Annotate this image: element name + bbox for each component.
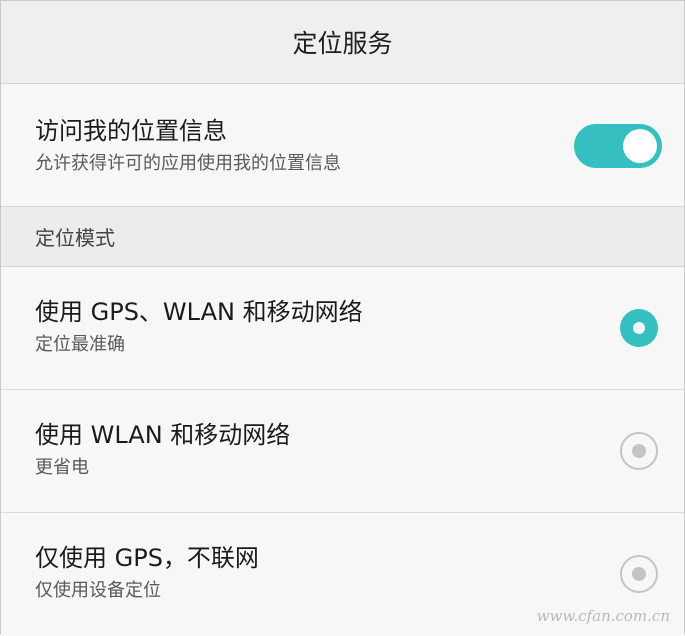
- mode-option-title: 使用 GPS、WLAN 和移动网络: [35, 298, 363, 326]
- mode-option-subtitle: 更省电: [35, 457, 89, 478]
- radio-button-selected[interactable]: [620, 309, 658, 347]
- page-title: 定位服务: [292, 29, 393, 58]
- radio-dot: [633, 322, 645, 334]
- location-access-row[interactable]: 访问我的位置信息 允许获得许可的应用使用我的位置信息: [1, 84, 684, 207]
- section-header-location-mode: 定位模式: [1, 207, 684, 267]
- mode-option-subtitle: 定位最准确: [35, 334, 125, 355]
- radio-button-unselected[interactable]: [620, 432, 658, 470]
- radio-dot: [632, 567, 646, 581]
- radio-dot: [632, 444, 646, 458]
- location-access-toggle[interactable]: [574, 124, 662, 168]
- mode-option-wlan-mobile[interactable]: 使用 WLAN 和移动网络 更省电: [1, 390, 684, 513]
- location-settings-screen: 定位服务 访问我的位置信息 允许获得许可的应用使用我的位置信息 定位模式 使用 …: [0, 0, 685, 636]
- mode-option-title: 仅使用 GPS，不联网: [35, 544, 259, 572]
- mode-option-title: 使用 WLAN 和移动网络: [35, 421, 291, 449]
- section-header-label: 定位模式: [35, 226, 115, 250]
- radio-button-unselected[interactable]: [620, 555, 658, 593]
- toggle-knob: [623, 129, 657, 163]
- title-bar: 定位服务: [1, 1, 684, 84]
- mode-option-gps-wlan-mobile[interactable]: 使用 GPS、WLAN 和移动网络 定位最准确: [1, 267, 684, 390]
- watermark: www.cfan.com.cn: [536, 607, 670, 625]
- mode-option-subtitle: 仅使用设备定位: [35, 580, 161, 601]
